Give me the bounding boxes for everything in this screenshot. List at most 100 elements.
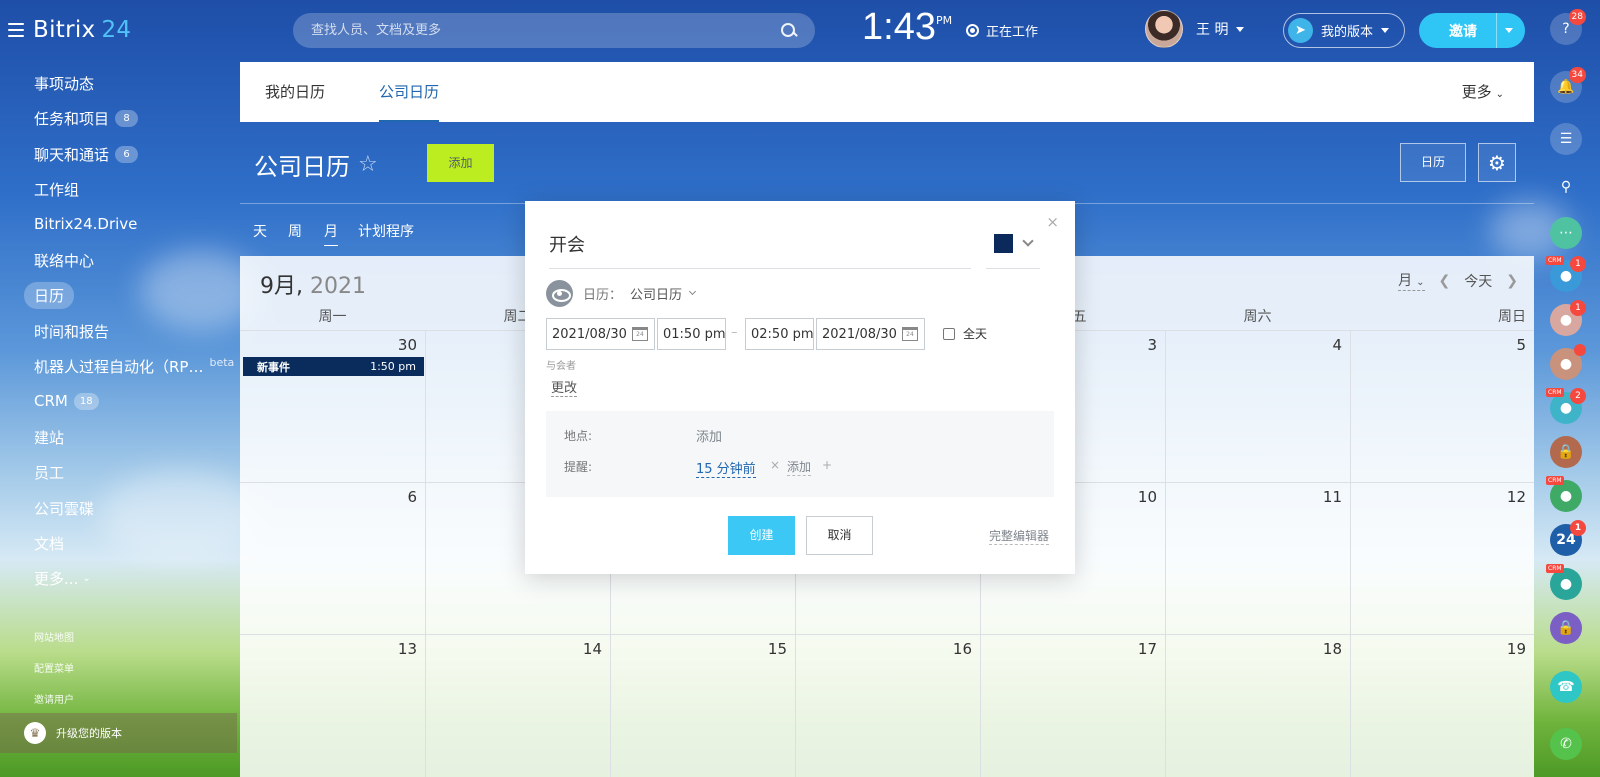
open-channels-icon[interactable]: ⋯ xyxy=(1550,217,1582,249)
help-icon[interactable]: ? 28 xyxy=(1550,9,1586,45)
view-tab-planner[interactable]: 计划程序 xyxy=(358,221,414,241)
sidebar-item-docs[interactable]: 文档 xyxy=(34,533,64,554)
search-icon[interactable] xyxy=(781,22,797,39)
contact-icon[interactable]: ● CRM 1 xyxy=(1546,256,1586,292)
day-cell-number[interactable]: 30 xyxy=(377,336,417,354)
help-badge: 28 xyxy=(1568,9,1586,25)
user-menu[interactable]: 王 明 xyxy=(1145,10,1245,48)
view-tab-month[interactable]: 月 xyxy=(324,221,338,246)
sidebar-item-feed[interactable]: 事项动态 xyxy=(34,73,94,94)
contact-icon[interactable]: ● CRM xyxy=(1546,476,1582,512)
reminder-value[interactable]: 15 分钟前 xyxy=(696,458,756,478)
cancel-button[interactable]: 取消 xyxy=(806,516,873,555)
plus-icon[interactable]: + xyxy=(822,458,832,472)
sidebar-item-chat[interactable]: 聊天和通话 6 xyxy=(34,144,139,165)
day-cell-number[interactable]: 17 xyxy=(1117,640,1157,658)
remove-icon[interactable]: × xyxy=(770,458,780,472)
bitrix24-icon[interactable]: 24 1 xyxy=(1550,520,1586,556)
user-avatar-icon[interactable]: ● 1 xyxy=(1550,300,1586,336)
more-button[interactable]: 更多 ⌄ xyxy=(1462,62,1504,122)
calendar-icon[interactable]: 24 xyxy=(632,327,648,341)
phone-icon[interactable]: ✆ xyxy=(1550,728,1582,760)
logo-text[interactable]: Bitrix 24 xyxy=(33,17,131,43)
invite-dropdown[interactable] xyxy=(1496,13,1513,48)
day-cell-number[interactable]: 19 xyxy=(1486,640,1526,658)
sidebar-item-more[interactable]: 更多... ⌄ xyxy=(34,568,91,589)
day-cell-number[interactable]: 11 xyxy=(1302,488,1342,506)
event-title-input[interactable] xyxy=(549,219,971,269)
contact-icon[interactable]: ● CRM xyxy=(1546,564,1582,600)
sidebar-item-workgroups[interactable]: 工作组 xyxy=(34,179,79,200)
create-button[interactable]: 创建 xyxy=(728,516,795,555)
work-status[interactable]: 正在工作 xyxy=(966,21,1038,40)
day-cell-number[interactable]: 16 xyxy=(932,640,972,658)
calendar-value[interactable]: 公司日历 xyxy=(630,284,682,303)
sidebar-item-employees[interactable]: 员工 xyxy=(34,462,64,483)
date-from-field[interactable]: 2021/08/30 24 xyxy=(546,318,655,350)
day-cell-number[interactable]: 10 xyxy=(1117,488,1157,506)
today-button[interactable]: 今天 xyxy=(1464,271,1492,291)
month-title: 9月, 2021 xyxy=(260,274,366,299)
sidebar-item-tasks[interactable]: 任务和项目 8 xyxy=(34,108,139,129)
date-to-field[interactable]: 2021/08/30 24 xyxy=(816,318,925,350)
day-cell-number[interactable]: 13 xyxy=(377,640,417,658)
sidebar-item-drive[interactable]: Bitrix24.Drive xyxy=(34,215,137,233)
sidebar-item-calendar[interactable]: 日历 xyxy=(24,282,75,309)
tab-company-calendar[interactable]: 公司日历 xyxy=(379,62,440,122)
change-attendees-link[interactable]: 更改 xyxy=(551,377,578,397)
day-cell-number[interactable]: 5 xyxy=(1486,336,1526,354)
day-cell-number[interactable]: 18 xyxy=(1302,640,1342,658)
all-day-checkbox[interactable] xyxy=(943,327,955,340)
next-arrow-icon[interactable]: ❯ xyxy=(1506,273,1518,289)
lock-icon[interactable]: 🔒 xyxy=(1550,436,1582,468)
contact-icon[interactable]: ● CRM 2 xyxy=(1546,388,1586,424)
full-editor-link[interactable]: 完整编辑器 xyxy=(989,527,1050,545)
phone-book-icon[interactable]: ☎ xyxy=(1550,671,1582,703)
day-cell-number[interactable]: 14 xyxy=(562,640,602,658)
color-picker[interactable] xyxy=(986,219,1040,269)
day-cell-number[interactable]: 6 xyxy=(377,488,417,506)
invite-button[interactable]: 邀请 xyxy=(1419,13,1525,48)
lock-icon[interactable]: 🔒 xyxy=(1550,612,1582,644)
reminder-add-link[interactable]: 添加 xyxy=(787,458,812,476)
sidebar-item-crm[interactable]: CRM 18 xyxy=(34,392,99,410)
view-tab-day[interactable]: 天 xyxy=(253,221,267,241)
search-input[interactable] xyxy=(311,23,781,38)
invite-users-link[interactable]: 邀请用户 xyxy=(34,691,74,706)
avatar[interactable] xyxy=(1145,10,1183,48)
prev-arrow-icon[interactable]: ❮ xyxy=(1439,273,1451,289)
sidebar-item-company-drive[interactable]: 公司雲碟 xyxy=(34,498,94,519)
day-cell-number[interactable]: 15 xyxy=(747,640,787,658)
all-day-toggle[interactable]: 全天 xyxy=(943,325,987,342)
settings-button[interactable]: ⚙ xyxy=(1478,143,1516,182)
search-icon[interactable]: ⚲ xyxy=(1550,171,1582,203)
view-tab-week[interactable]: 周 xyxy=(288,221,302,241)
close-icon[interactable]: × xyxy=(1046,213,1059,231)
time-to-field[interactable]: 02:50 pm xyxy=(745,318,814,350)
view-select[interactable]: 月 ⌄ xyxy=(1398,270,1425,291)
site-map-link[interactable]: 网站地图 xyxy=(34,629,74,644)
calendar-icon[interactable]: 24 xyxy=(902,327,918,341)
user-avatar-icon[interactable]: ● xyxy=(1550,344,1586,380)
time-from-field[interactable]: 01:50 pm xyxy=(657,318,726,350)
upgrade-button[interactable]: ♛ 升级您的版本 xyxy=(0,713,237,753)
tab-my-calendar[interactable]: 我的日历 xyxy=(265,62,325,122)
clock[interactable]: 1:43 xyxy=(862,6,936,49)
bell-icon[interactable]: 🔔 34 xyxy=(1550,67,1586,103)
star-icon[interactable]: ☆ xyxy=(358,152,378,177)
location-add-link[interactable]: 添加 xyxy=(696,426,722,445)
calendar-event[interactable]: 新事件 1:50 pm xyxy=(243,357,424,376)
configure-menu-link[interactable]: 配置菜单 xyxy=(34,660,74,675)
sidebar-item-contact-center[interactable]: 联络中心 xyxy=(34,250,94,271)
calendars-button[interactable]: 日历 xyxy=(1400,143,1466,182)
day-cell-number[interactable]: 4 xyxy=(1302,336,1342,354)
chat-icon[interactable]: ☰ xyxy=(1550,123,1582,155)
add-event-button[interactable]: 添加 xyxy=(427,144,494,182)
sidebar-item-rpa[interactable]: 机器人过程自动化（RP… beta xyxy=(34,356,234,377)
menu-icon[interactable] xyxy=(8,23,24,37)
sidebar-item-sites[interactable]: 建站 xyxy=(34,427,64,448)
day-cell-number[interactable]: 12 xyxy=(1486,488,1526,506)
sidebar-item-time-reports[interactable]: 时间和报告 xyxy=(34,321,109,342)
my-version-button[interactable]: ➤ 我的版本 xyxy=(1283,13,1405,48)
day-cell-number[interactable]: 3 xyxy=(1117,336,1157,354)
